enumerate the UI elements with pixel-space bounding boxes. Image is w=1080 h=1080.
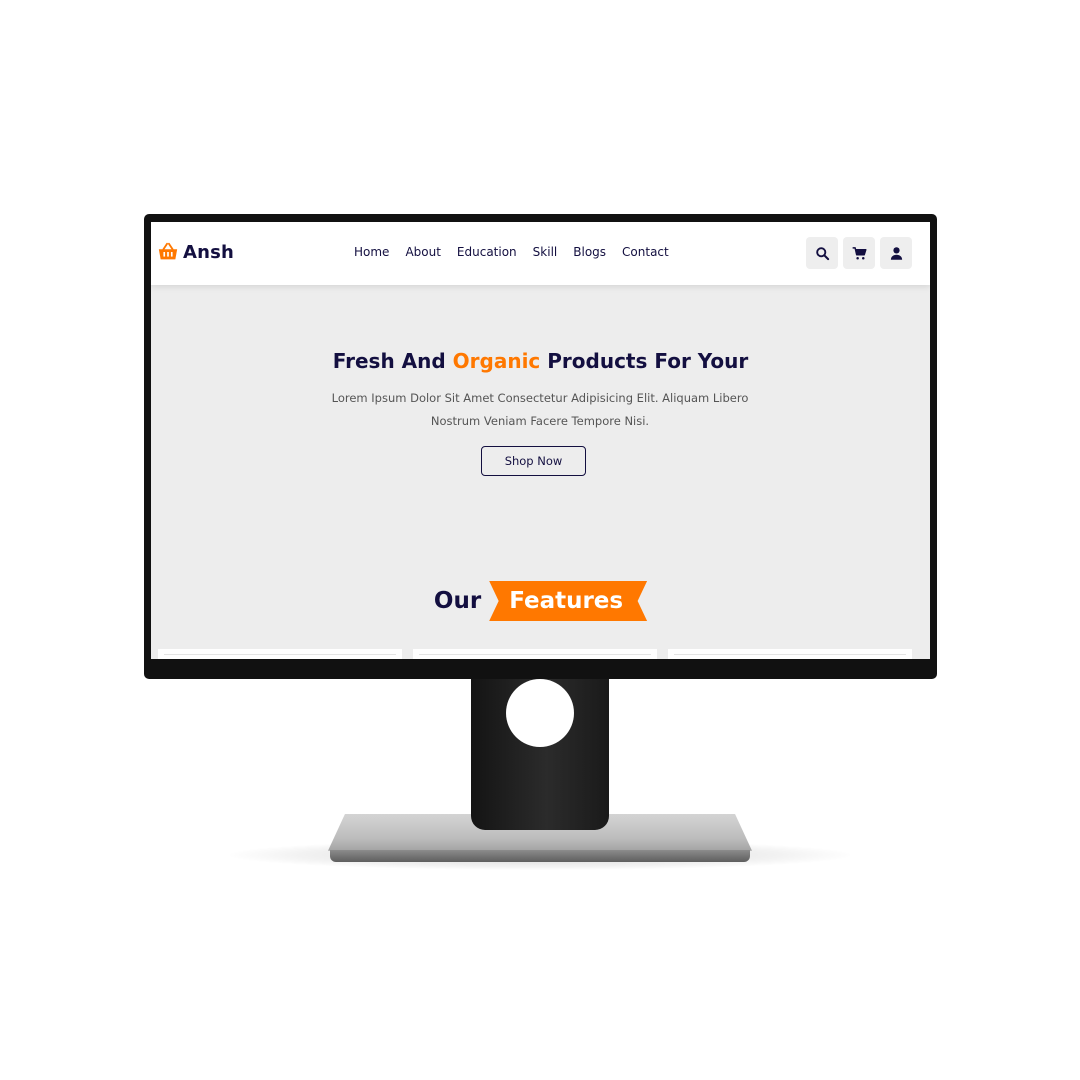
stand-cable-hole <box>506 679 574 747</box>
brand-name: Ansh <box>183 241 235 263</box>
device-mockup: Ansh Home About Education Skill Blogs Co… <box>0 0 1080 1080</box>
nav-link-home[interactable]: Home <box>354 245 389 259</box>
monitor-screen: Ansh Home About Education Skill Blogs Co… <box>151 222 930 659</box>
feature-card[interactable] <box>158 649 402 659</box>
hero-description: Lorem Ipsum Dolor Sit Amet Consectetur A… <box>331 391 749 428</box>
features-heading: Our Features <box>151 581 930 621</box>
feature-card-inner <box>674 654 906 659</box>
user-icon <box>890 246 902 260</box>
search-icon <box>815 246 829 260</box>
features-heading-tag: Features <box>489 581 648 621</box>
feature-card[interactable] <box>668 649 912 659</box>
nav-link-education[interactable]: Education <box>457 245 517 259</box>
shop-now-button[interactable]: Shop Now <box>481 446 586 476</box>
cart-button[interactable] <box>843 237 875 269</box>
nav-icon-group <box>806 237 912 269</box>
account-button[interactable] <box>880 237 912 269</box>
nav-link-about[interactable]: About <box>405 245 440 259</box>
cart-icon <box>852 246 866 259</box>
monitor-base-edge <box>330 850 750 862</box>
hero-title-part2: Products For Your <box>540 349 749 373</box>
nav-link-skill[interactable]: Skill <box>533 245 558 259</box>
search-button[interactable] <box>806 237 838 269</box>
feature-card[interactable] <box>413 649 657 659</box>
feature-cards <box>158 649 912 659</box>
hero-title: Fresh And Organic Products For Your <box>151 349 930 373</box>
nav-link-blogs[interactable]: Blogs <box>573 245 606 259</box>
nav-link-contact[interactable]: Contact <box>622 245 669 259</box>
hero-title-part1: Fresh And <box>332 349 453 373</box>
hero-title-accent: Organic <box>452 349 541 373</box>
basket-icon <box>158 242 178 260</box>
feature-card-inner <box>164 654 396 659</box>
logo[interactable]: Ansh <box>157 241 234 263</box>
features-heading-our: Our <box>433 588 482 614</box>
navbar: Ansh Home About Education Skill Blogs Co… <box>151 222 930 285</box>
nav-menu: Home About Education Skill Blogs Contact <box>354 245 669 259</box>
feature-card-inner <box>419 654 651 659</box>
